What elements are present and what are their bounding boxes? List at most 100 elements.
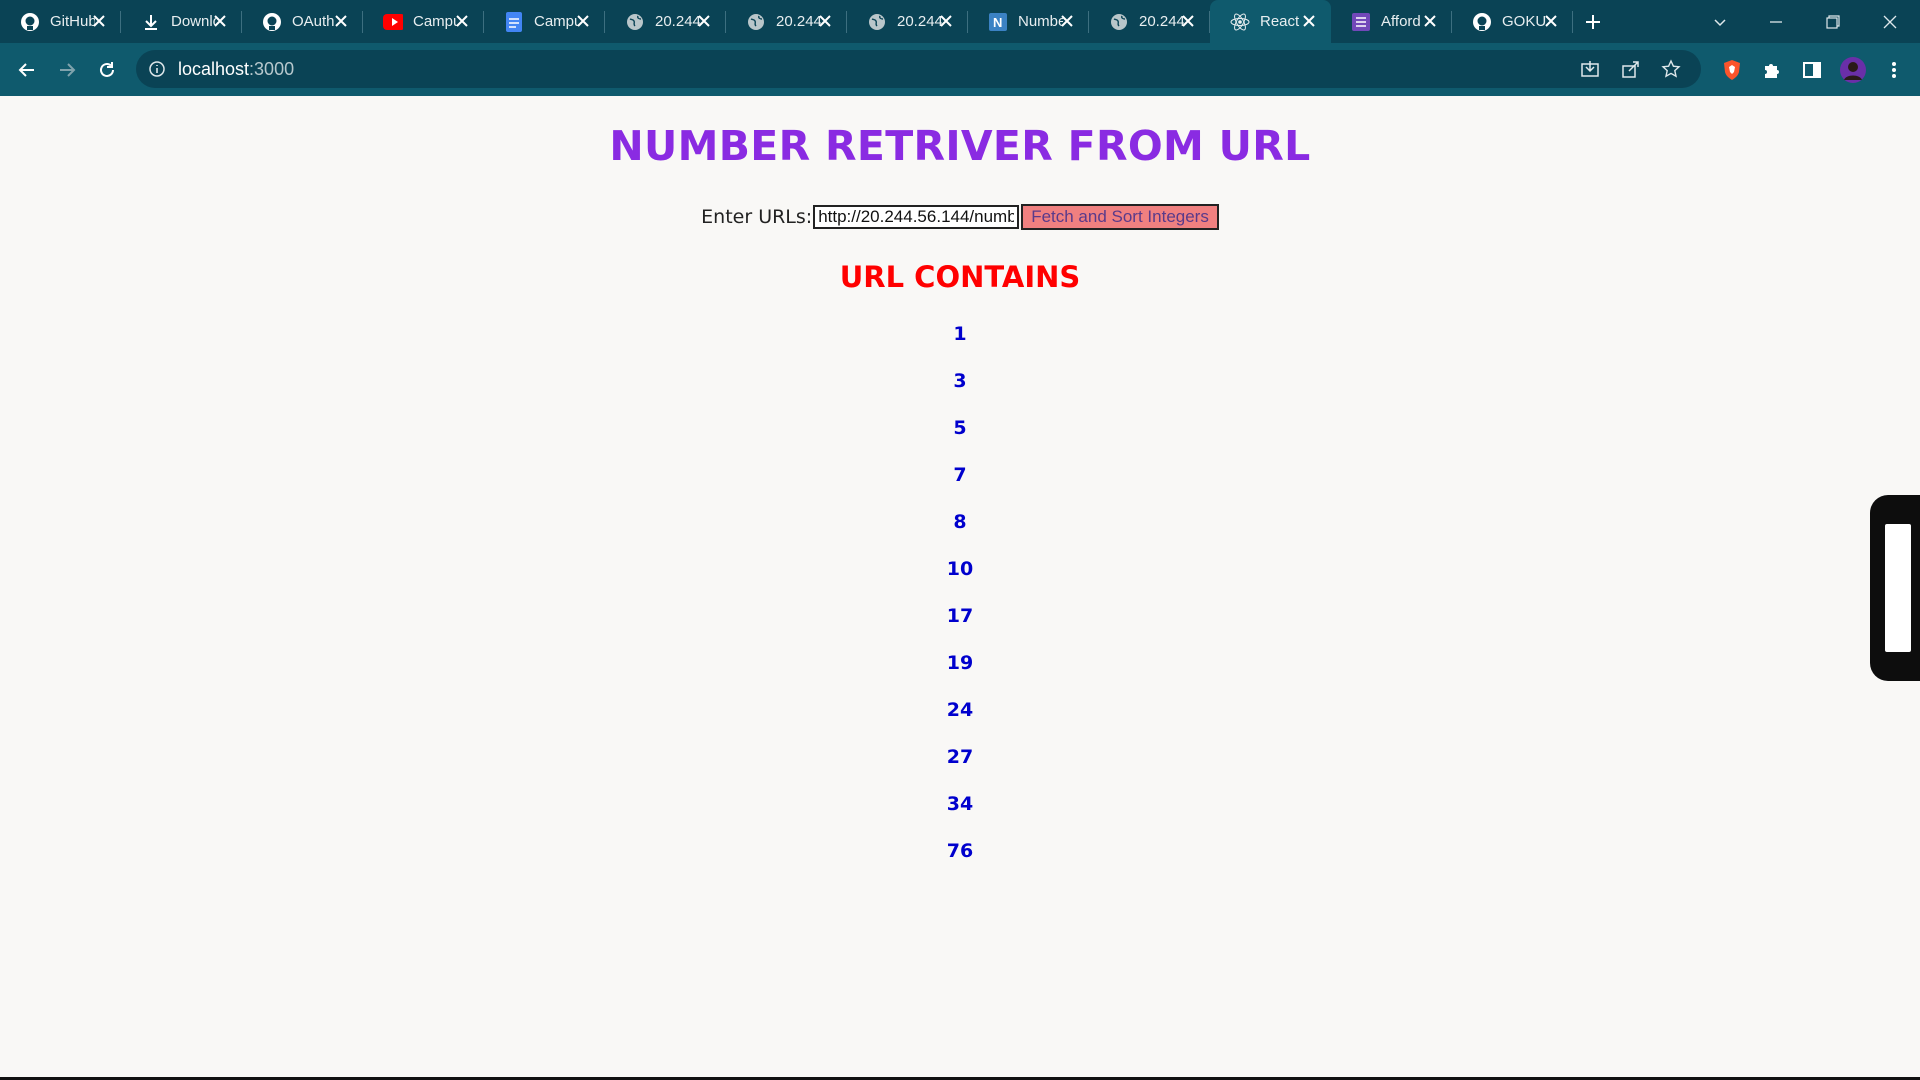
tab-strip: GitHubDownloadsOAuthCampusCampus20.24420…: [0, 0, 1920, 43]
close-tab-icon[interactable]: [694, 11, 714, 31]
minimize-icon: [1770, 20, 1782, 23]
plus-icon: [1586, 14, 1600, 29]
youtube-icon: [383, 12, 403, 32]
svg-text:N: N: [993, 15, 1002, 30]
github-icon: [20, 12, 40, 32]
globe-icon: [625, 12, 645, 32]
close-tab-icon[interactable]: [452, 11, 472, 31]
docs-icon: [504, 11, 524, 32]
browser-tab[interactable]: NNumber: [968, 0, 1089, 43]
browser-tab[interactable]: Afford: [1331, 0, 1452, 43]
close-icon: [1883, 15, 1897, 28]
close-tab-icon[interactable]: [210, 11, 230, 31]
page-title: NUMBER RETRIVER FROM URL: [609, 122, 1311, 170]
shield-icon: [1724, 60, 1740, 80]
puzzle-icon: [1765, 64, 1779, 78]
close-tab-icon[interactable]: [331, 11, 351, 31]
number-item: 1: [953, 323, 967, 345]
tab-search-button[interactable]: [1692, 0, 1748, 43]
number-item: 27: [946, 746, 974, 768]
number-item: 5: [953, 417, 967, 439]
number-item: 7: [953, 464, 967, 486]
close-window-button[interactable]: [1862, 0, 1918, 43]
avatar-icon: [1840, 57, 1866, 83]
star-icon: [1661, 59, 1681, 78]
restore-icon: [1826, 14, 1840, 29]
share-icon: [1622, 61, 1639, 78]
info-icon[interactable]: [148, 60, 166, 78]
globe-icon: [867, 12, 887, 32]
address-port: :3000: [249, 58, 295, 79]
close-tab-icon[interactable]: [1057, 11, 1077, 31]
back-button[interactable]: [10, 53, 44, 87]
close-tab-icon[interactable]: [815, 11, 835, 31]
share-button[interactable]: [1614, 52, 1648, 86]
forward-button[interactable]: [50, 53, 84, 87]
browser-toolbar: localhost:3000: [0, 43, 1920, 96]
reload-icon: [100, 62, 114, 77]
browser-tab[interactable]: GitHub: [0, 0, 121, 43]
install-app-button[interactable]: [1573, 52, 1607, 86]
side-widget[interactable]: [1870, 495, 1920, 681]
close-tab-icon[interactable]: [89, 11, 109, 31]
close-tab-icon[interactable]: [1299, 11, 1319, 31]
arrow-right-icon: [60, 63, 76, 77]
close-tab-icon[interactable]: [1420, 11, 1440, 31]
close-tab-icon[interactable]: [573, 11, 593, 31]
url-contains-heading: URL CONTAINS: [839, 260, 1081, 294]
chevron-down-icon: [1714, 18, 1726, 26]
minimize-button[interactable]: [1748, 0, 1804, 43]
globe-icon: [746, 12, 766, 32]
menu-button[interactable]: [1877, 53, 1911, 87]
brave-shield-button[interactable]: [1715, 53, 1749, 87]
address-bar[interactable]: localhost:3000: [136, 50, 1701, 88]
globe-icon: [1109, 12, 1129, 32]
react-icon: [1230, 12, 1250, 32]
url-form: Enter URLs: Fetch and Sort Integers: [0, 204, 1920, 230]
page-content: NUMBER RETRIVER FROM URL Enter URLs: Fet…: [0, 96, 1920, 1080]
arrow-left-icon: [18, 63, 34, 77]
number-item: 3: [953, 370, 967, 392]
browser-tab[interactable]: 20.244: [726, 0, 847, 43]
number-item: 34: [946, 793, 974, 815]
number-item: 10: [946, 558, 974, 580]
new-tab-button[interactable]: [1573, 0, 1613, 43]
browser-tab[interactable]: Campus: [363, 0, 484, 43]
profile-avatar[interactable]: [1836, 53, 1870, 87]
browser-tab[interactable]: Downloads: [121, 0, 242, 43]
browser-tab[interactable]: GOKU: [1452, 0, 1573, 43]
browser-tab[interactable]: 20.244: [1089, 0, 1210, 43]
address-host: localhost: [178, 58, 250, 79]
forms-icon: [1351, 12, 1371, 32]
bookmark-button[interactable]: [1654, 52, 1688, 86]
numbers-list: 1 3 5 7 8 10 17 19 24 27 34 76: [0, 322, 1920, 886]
tab-separator: [1572, 11, 1573, 33]
number-item: 24: [946, 699, 974, 721]
close-tab-icon[interactable]: [1178, 11, 1198, 31]
number-item: 19: [946, 652, 974, 674]
browser-tab[interactable]: React: [1210, 0, 1331, 43]
restore-button[interactable]: [1805, 0, 1861, 43]
url-input[interactable]: [813, 205, 1020, 229]
extensions-button[interactable]: [1755, 53, 1789, 87]
browser-tab[interactable]: 20.244: [605, 0, 726, 43]
browser-tab[interactable]: 20.244: [847, 0, 968, 43]
kebab-menu-icon: [1892, 62, 1896, 78]
browser-tab[interactable]: OAuth: [242, 0, 363, 43]
url-label: Enter URLs:: [701, 206, 813, 228]
github-icon: [262, 12, 282, 32]
side-panel-button[interactable]: [1795, 53, 1829, 87]
close-tab-icon[interactable]: [1541, 11, 1561, 31]
side-panel-icon: [1803, 62, 1821, 78]
download-icon: [141, 12, 161, 32]
reload-button[interactable]: [90, 53, 124, 87]
number-item: 17: [946, 605, 974, 627]
close-tab-icon[interactable]: [936, 11, 956, 31]
address-url: localhost:3000: [178, 59, 294, 80]
notion-icon: N: [988, 12, 1008, 32]
side-widget-panel: [1885, 524, 1911, 652]
github-icon: [1472, 12, 1492, 32]
fetch-sort-button[interactable]: Fetch and Sort Integers: [1021, 204, 1219, 230]
browser-tab[interactable]: Campus: [484, 0, 605, 43]
number-item: 8: [953, 511, 967, 533]
